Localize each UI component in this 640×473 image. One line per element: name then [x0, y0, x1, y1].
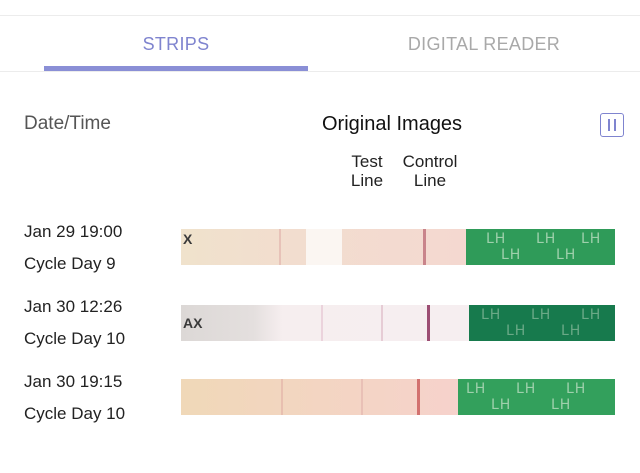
tab-bar: STRIPS DIGITAL READER: [0, 16, 640, 72]
row-date: Jan 30 19:15: [24, 372, 123, 391]
row-cycle-day: Cycle Day 10: [24, 329, 126, 348]
tab-strips[interactable]: STRIPS: [44, 16, 308, 72]
strip-brand-mark: AX: [183, 315, 203, 331]
date-time-header: Date/Time: [24, 113, 111, 134]
tab-divider: [0, 71, 640, 72]
strip-brand-mark: X: [183, 231, 193, 247]
control-line-label: Control Line: [385, 152, 475, 190]
strip-image[interactable]: LH LH LH LH LH: [181, 379, 615, 415]
row-date: Jan 30 12:26: [24, 297, 123, 316]
pause-button[interactable]: [600, 113, 624, 137]
strip-image[interactable]: LH LH LH LH LH X: [181, 229, 615, 265]
row-date: Jan 29 19:00: [24, 222, 123, 241]
control-line-text: Control Line: [402, 152, 458, 190]
tab-digital-reader[interactable]: DIGITAL READER: [352, 16, 616, 72]
pause-icon: [608, 119, 610, 131]
row-cycle-day: Cycle Day 10: [24, 404, 126, 423]
strip-image[interactable]: LH LH LH LH LH AX: [181, 305, 615, 341]
row-cycle-day: Cycle Day 9: [24, 254, 116, 273]
original-images-header: Original Images: [322, 113, 463, 135]
